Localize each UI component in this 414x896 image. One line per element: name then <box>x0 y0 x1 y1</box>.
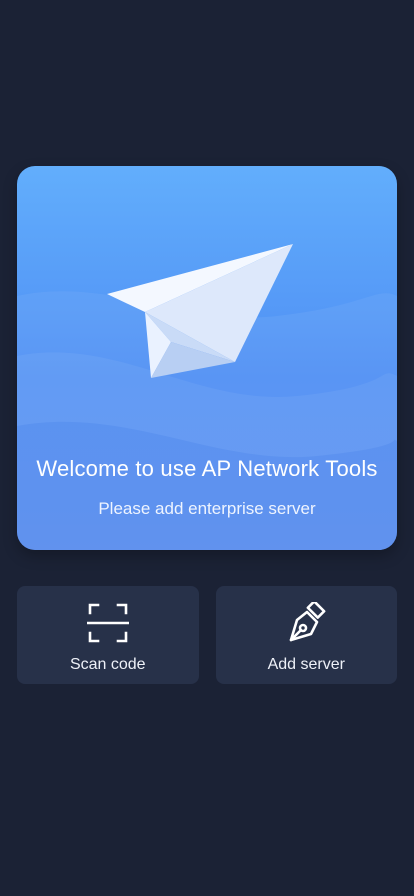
add-server-button[interactable]: Add server <box>215 586 397 684</box>
scan-icon <box>86 603 129 643</box>
action-cards: Scan code Add server <box>17 586 397 684</box>
pen-icon <box>289 602 326 642</box>
welcome-banner: Welcome to use AP Network Tools Please a… <box>17 166 397 550</box>
welcome-subtitle: Please add enterprise server <box>98 499 316 518</box>
scan-code-label: Scan code <box>69 656 146 673</box>
welcome-title: Welcome to use AP Network Tools <box>36 456 378 481</box>
scan-code-button[interactable]: Scan code <box>17 586 199 684</box>
add-server-label: Add server <box>267 656 345 673</box>
paper-plane-icon <box>107 244 293 378</box>
